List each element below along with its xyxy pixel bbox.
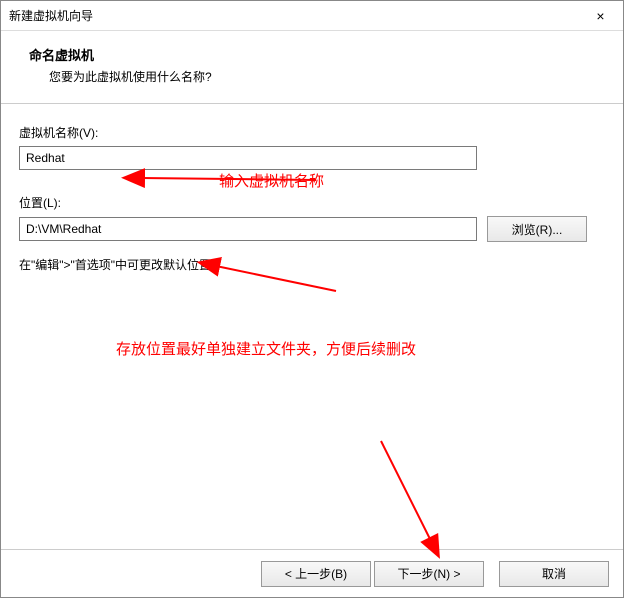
page-title: 命名虚拟机 [1, 45, 623, 64]
button-bar: < 上一步(B) 下一步(N) > 取消 [1, 549, 623, 597]
back-button[interactable]: < 上一步(B) [261, 561, 371, 587]
location-label: 位置(L): [19, 194, 605, 211]
cancel-button[interactable]: 取消 [499, 561, 609, 587]
wizard-header: 命名虚拟机 您要为此虚拟机使用什么名称? [1, 31, 623, 104]
vm-name-input[interactable] [19, 146, 477, 170]
browse-button[interactable]: 浏览(R)... [487, 216, 587, 242]
titlebar: 新建虚拟机向导 × [1, 1, 623, 31]
vm-name-label: 虚拟机名称(V): [19, 124, 605, 141]
close-button[interactable]: × [578, 1, 623, 31]
next-button[interactable]: 下一步(N) > [374, 561, 484, 587]
window-title: 新建虚拟机向导 [9, 7, 93, 24]
annotation-location-hint: 存放位置最好单独建立文件夹，方便后续删改 [116, 338, 416, 359]
default-location-note: 在"编辑">"首选项"中可更改默认位置。 [19, 256, 605, 273]
annotation-arrow-next [371, 431, 491, 561]
close-icon: × [596, 8, 604, 24]
page-subtitle: 您要为此虚拟机使用什么名称? [1, 68, 623, 85]
location-input[interactable] [19, 217, 477, 241]
